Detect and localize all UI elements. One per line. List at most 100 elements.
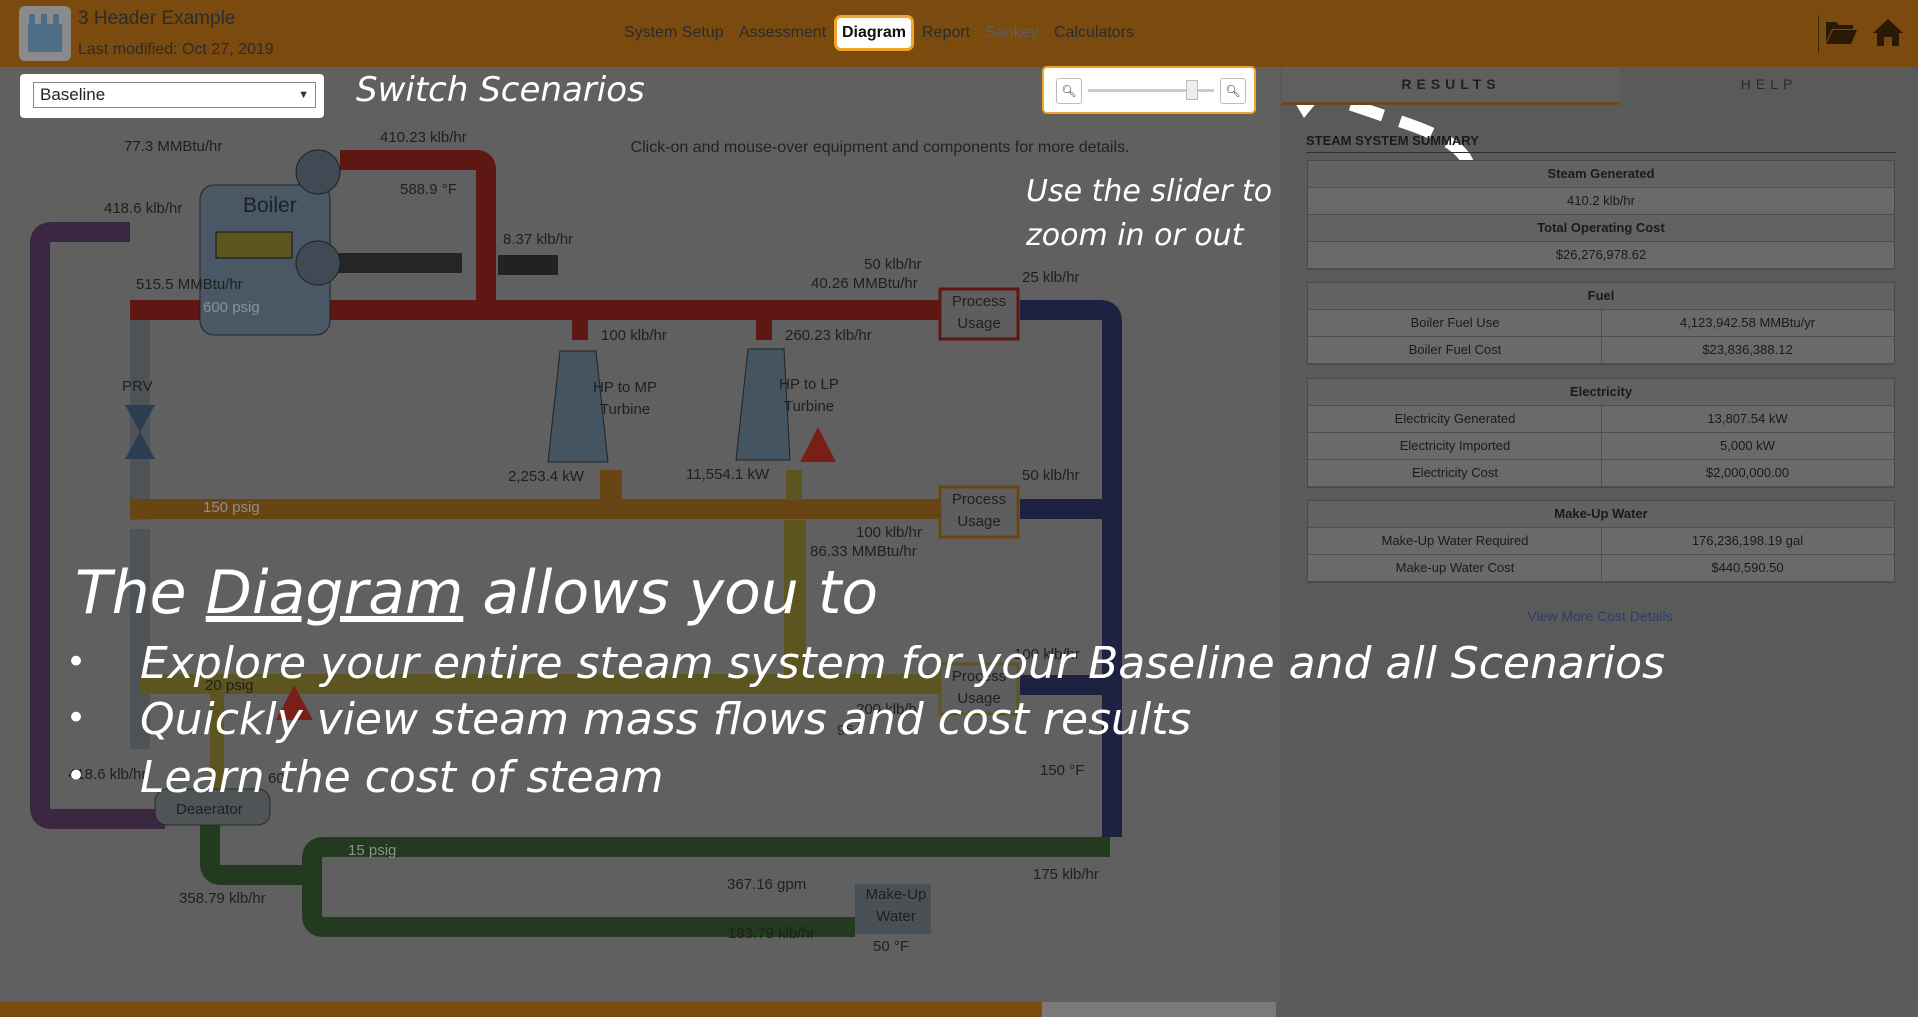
prv-label[interactable]: PRV <box>122 378 153 395</box>
bottom-bar-gray <box>1042 1002 1276 1017</box>
bullet-icon: • <box>66 756 87 796</box>
zoom-control: 🔍︎ 🔍︎ <box>1042 66 1256 114</box>
header-divider <box>1818 15 1819 53</box>
makeup-row-label: Make-up Water Cost <box>1395 560 1515 575</box>
total-cost-value: $26,276,978.62 <box>1308 242 1894 269</box>
nav-assessment[interactable]: Assessment <box>739 24 826 42</box>
bullet-icon: • <box>66 642 87 682</box>
factory-icon[interactable] <box>19 6 71 61</box>
deaerator-out-label: 358.79 klb/hr <box>179 890 266 907</box>
magnifier-minus-icon: 🔍︎ <box>1061 84 1077 98</box>
warning-icon <box>800 427 836 462</box>
blowdown-box <box>498 255 558 275</box>
return-flow-label: 175 klb/hr <box>1033 866 1099 883</box>
boiler-energy-label: 515.5 MMBtu/hr <box>136 276 243 293</box>
scenario-selector-box: Baseline ▼ <box>20 74 324 118</box>
blowdown-label: 8.37 klb/hr <box>503 231 574 248</box>
feedwater-flow-label: 418.6 klb/hr <box>104 200 183 217</box>
nav-sankey[interactable]: Sankey <box>985 24 1038 42</box>
table-row: Make-Up Water Required 176,236,198.19 gal <box>1308 528 1894 555</box>
condensate-pipe <box>302 837 1110 937</box>
scenario-selected-value: Baseline <box>40 85 106 104</box>
electricity-row-value: 13,807.54 kW <box>1601 406 1893 432</box>
electricity-row-value: 5,000 kW <box>1601 433 1893 459</box>
zoom-out-button[interactable]: 🔍︎ <box>1056 78 1082 104</box>
boiler-temp-label: 588.9 °F <box>400 181 457 198</box>
hp-process-return-label: 25 klb/hr <box>1022 269 1080 286</box>
makeup-row-label: Make-Up Water Required <box>1381 533 1529 548</box>
overlay-title: The Diagram allows you to <box>75 558 878 628</box>
hp-header-label: 600 psig <box>203 299 260 316</box>
nav-system-setup[interactable]: System Setup <box>624 24 724 42</box>
electricity-row-label: Electricity Cost <box>1412 465 1498 480</box>
fuel-row-label: Boiler Fuel Cost <box>1408 342 1502 357</box>
overlay-title-pre: The <box>75 558 206 628</box>
nav-report[interactable]: Report <box>922 24 970 42</box>
boiler-fuel-label: 77.3 MMBtu/hr <box>124 138 223 155</box>
nav-diagram[interactable]: Diagram <box>834 15 914 51</box>
turbine-1-flow-label: 100 klb/hr <box>601 327 667 344</box>
makeup-water-label[interactable]: Make-Up Water <box>860 884 932 928</box>
total-cost-label: Total Operating Cost <box>1308 215 1894 242</box>
condensate-temp-label: 150 °F <box>1040 762 1085 779</box>
dropdown-arrow-icon: ▼ <box>298 89 309 101</box>
turbine-1-power-label: 2,253.4 kW <box>508 468 584 485</box>
folder-open-icon[interactable] <box>1824 18 1858 46</box>
tab-results[interactable]: RESULTS <box>1282 67 1620 105</box>
makeup-title: Make-Up Water <box>1308 501 1894 528</box>
document-title: 3 Header Example <box>78 8 236 29</box>
hp-process-flow-label: 50 klb/hr <box>864 256 922 273</box>
scenario-select[interactable]: Baseline ▼ <box>33 82 316 108</box>
boiler-steam-label: 410.23 klb/hr <box>380 129 467 146</box>
condensate-header-label: 15 psig <box>348 842 397 859</box>
view-more-cost-link[interactable]: View More Cost Details <box>1307 608 1893 624</box>
makeup-table: Make-Up Water Make-Up Water Required 176,… <box>1307 500 1895 583</box>
electricity-row-value: $2,000,000.00 <box>1601 460 1893 486</box>
fuel-title: Fuel <box>1308 283 1894 310</box>
switch-scenarios-annotation: Switch Scenarios <box>356 70 645 110</box>
zoom-hint-line-2: zoom in or out <box>1026 218 1244 253</box>
electricity-row-label: Electricity Generated <box>1394 411 1516 426</box>
turbine-2-flow-label: 260.23 klb/hr <box>785 327 872 344</box>
makeup-row-value: 176,236,198.19 gal <box>1601 528 1893 554</box>
turbine-2-power-label: 11,554.1 kW <box>686 466 770 483</box>
bottom-bar <box>0 1002 1042 1017</box>
overlay-item-2: Quickly view steam mass flows and cost r… <box>140 694 1192 745</box>
makeup-temp-label: 50 °F <box>873 938 910 955</box>
makeup-flow-label: 183.79 klb/hr <box>728 925 815 942</box>
turbine-hp-lp[interactable]: HP to LP Turbine <box>764 374 854 418</box>
zoom-slider-thumb[interactable] <box>1186 80 1198 100</box>
table-row: Boiler Fuel Use 4,123,942.58 MMBtu/yr <box>1308 310 1894 337</box>
home-icon[interactable] <box>1872 17 1904 47</box>
diagram-helper-text: Click-on and mouse-over equipment and co… <box>630 139 1130 156</box>
nav-calculators[interactable]: Calculators <box>1054 24 1134 42</box>
table-row: Boiler Fuel Cost $23,836,388.12 <box>1308 337 1894 364</box>
makeup-gpm-label: 367.16 gpm <box>727 876 807 893</box>
overlay-title-link: Diagram <box>205 558 464 628</box>
last-modified-text: Last modified: Oct 27, 2019 <box>78 41 274 58</box>
bullet-icon: • <box>66 698 87 738</box>
boiler-label[interactable]: Boiler <box>243 194 297 218</box>
mp-header-label: 150 psig <box>203 499 260 516</box>
mp-process-return-label: 50 klb/hr <box>1022 467 1080 484</box>
process-usage-mp[interactable]: Process Usage <box>946 489 1012 533</box>
electricity-table: Electricity Electricity Generated 13,807.… <box>1307 378 1895 488</box>
zoom-hint-line-1: Use the slider to <box>1026 174 1273 209</box>
fuel-row-label: Boiler Fuel Use <box>1410 315 1500 330</box>
zoom-in-button[interactable]: 🔍︎ <box>1220 78 1246 104</box>
electricity-row-label: Electricity Imported <box>1399 438 1511 453</box>
fuel-table: Fuel Boiler Fuel Use 4,123,942.58 MMBtu/y… <box>1307 282 1895 365</box>
tab-help[interactable]: HELP <box>1622 67 1916 102</box>
prv-valve <box>125 405 155 459</box>
turbine-hp-mp[interactable]: HP to MP Turbine <box>580 377 670 421</box>
overlay-item-1: Explore your entire steam system for you… <box>140 638 1665 689</box>
table-row: Electricity Cost $2,000,000.00 <box>1308 460 1894 487</box>
table-row: Electricity Imported 5,000 kW <box>1308 433 1894 460</box>
overlay-title-post: allows you to <box>463 558 879 628</box>
makeup-row-value: $440,590.50 <box>1601 555 1893 581</box>
deaerator-label[interactable]: Deaerator <box>176 801 243 818</box>
electricity-title: Electricity <box>1308 379 1894 406</box>
fuel-row-value: 4,123,942.58 MMBtu/yr <box>1601 310 1893 336</box>
fuel-row-value: $23,836,388.12 <box>1601 337 1893 363</box>
process-usage-hp[interactable]: Process Usage <box>946 291 1012 335</box>
